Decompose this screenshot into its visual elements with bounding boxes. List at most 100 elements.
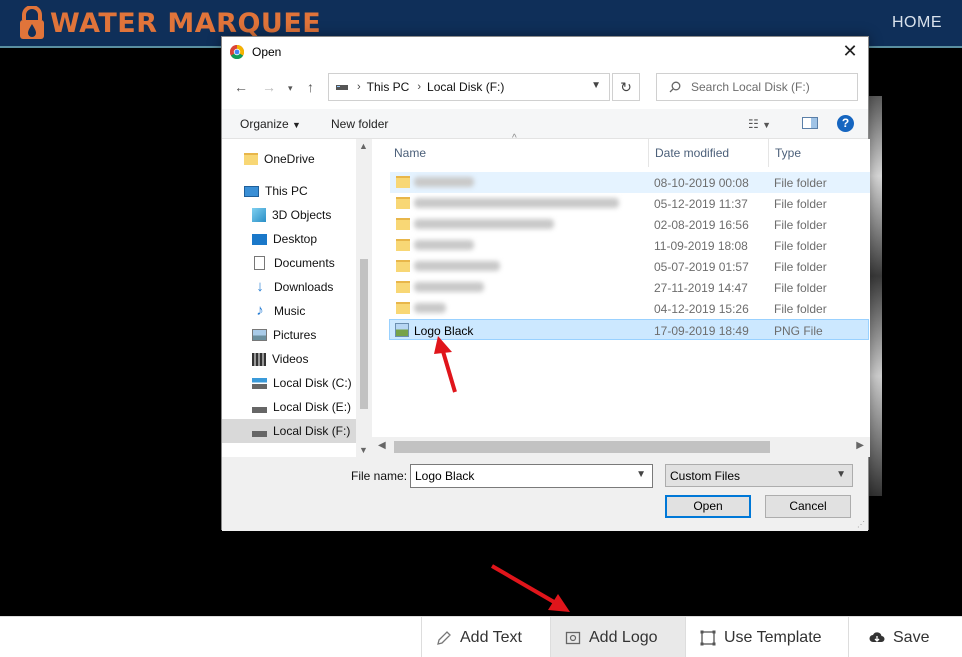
file-date: 17-09-2019 18:49 bbox=[654, 324, 749, 338]
new-folder-button[interactable]: New folder bbox=[331, 117, 388, 131]
file-type: File folder bbox=[774, 176, 827, 190]
file-date: 02-08-2019 16:56 bbox=[654, 218, 749, 232]
breadcrumb-local-disk-f[interactable]: Local Disk (F:) bbox=[427, 80, 504, 94]
annotation-arrow-icon bbox=[434, 336, 457, 393]
file-row-folder[interactable]: 11-09-2019 18:08 File folder bbox=[390, 235, 870, 256]
back-arrow-icon[interactable]: ← bbox=[234, 79, 248, 95]
forward-arrow-icon[interactable]: → bbox=[262, 79, 276, 95]
nav-label: OneDrive bbox=[264, 152, 315, 166]
file-row-folder[interactable]: 02-08-2019 16:56 File folder bbox=[390, 214, 870, 235]
add-text-label: Add Text bbox=[460, 628, 522, 646]
file-list-horizontal-scrollbar[interactable]: ◀ ▶ bbox=[372, 437, 870, 457]
lock-logo-icon bbox=[20, 6, 44, 39]
resize-grip-icon[interactable]: ⋰ bbox=[857, 520, 865, 529]
file-date: 27-11-2019 14:47 bbox=[654, 281, 748, 295]
music-icon: ♪ bbox=[256, 302, 264, 319]
nav-label: Music bbox=[274, 304, 306, 318]
file-date: 05-07-2019 01:57 bbox=[654, 260, 749, 274]
open-button[interactable]: Open bbox=[665, 495, 751, 518]
open-file-dialog: Open ✕ ← → ▾ ↑ › This PC › Local Disk (F… bbox=[221, 36, 870, 531]
column-header-name[interactable]: Name bbox=[394, 146, 426, 160]
dialog-title: Open bbox=[252, 45, 282, 59]
drive-icon bbox=[252, 401, 267, 413]
png-image-icon bbox=[395, 323, 409, 337]
add-text-button[interactable]: Add Text bbox=[421, 617, 550, 657]
breadcrumb-this-pc[interactable]: This PC bbox=[367, 80, 410, 94]
file-type: File folder bbox=[774, 260, 827, 274]
file-type: File folder bbox=[774, 218, 827, 232]
organize-menu[interactable]: Organize ▼ bbox=[240, 117, 301, 131]
file-type-value: Custom Files bbox=[670, 469, 741, 483]
chevron-down-icon: ▼ bbox=[836, 469, 846, 480]
logo-image-icon bbox=[565, 631, 581, 644]
file-type: File folder bbox=[774, 197, 827, 211]
folder-icon bbox=[396, 239, 410, 251]
blurred-file-name bbox=[414, 219, 554, 229]
folder-icon bbox=[396, 281, 410, 293]
file-type-select[interactable]: Custom Files ▼ bbox=[665, 464, 853, 487]
file-type: File folder bbox=[774, 281, 827, 295]
column-divider[interactable] bbox=[768, 139, 769, 167]
dialog-titlebar: Open ✕ bbox=[222, 37, 868, 67]
blurred-file-name bbox=[414, 261, 500, 271]
template-frame-icon bbox=[700, 630, 716, 645]
file-name-value: Logo Black bbox=[415, 469, 475, 483]
downloads-icon: ↓ bbox=[256, 278, 264, 295]
chevron-down-icon: ▼ bbox=[292, 120, 301, 130]
scrollbar-thumb[interactable] bbox=[394, 441, 770, 453]
view-options-icon[interactable]: ☷ ▼ bbox=[748, 117, 771, 131]
file-row-folder[interactable]: 05-07-2019 01:57 File folder bbox=[390, 256, 870, 277]
add-logo-label: Add Logo bbox=[589, 628, 658, 646]
file-list: Name ^ Date modified Type 08-10-2019 00:… bbox=[372, 133, 870, 457]
scroll-left-icon[interactable]: ◀ bbox=[378, 440, 386, 451]
address-bar[interactable]: › This PC › Local Disk (F:) ▼ bbox=[328, 73, 610, 101]
pencil-icon bbox=[437, 630, 451, 645]
file-row-folder[interactable]: 08-10-2019 00:08 File folder bbox=[390, 172, 870, 193]
desktop-icon bbox=[252, 233, 267, 245]
scroll-down-icon[interactable]: ▼ bbox=[359, 445, 368, 455]
folder-icon bbox=[396, 197, 410, 209]
file-date: 04-12-2019 15:26 bbox=[654, 302, 749, 316]
column-header-date-modified[interactable]: Date modified bbox=[655, 146, 729, 160]
organize-label: Organize bbox=[240, 117, 289, 131]
blurred-file-name bbox=[414, 303, 446, 313]
nav-pane-scrollbar[interactable]: ▲ ▼ bbox=[356, 139, 372, 457]
sort-ascending-icon: ^ bbox=[512, 133, 517, 144]
scroll-right-icon[interactable]: ▶ bbox=[856, 440, 864, 451]
file-row-folder[interactable]: 27-11-2019 14:47 File folder bbox=[390, 277, 870, 298]
up-arrow-icon[interactable]: ↑ bbox=[307, 79, 314, 95]
file-row-folder[interactable]: 05-12-2019 11:37 File folder bbox=[390, 193, 870, 214]
address-dropdown-icon[interactable]: ▼ bbox=[591, 80, 601, 91]
file-row-folder[interactable]: 04-12-2019 15:26 File folder bbox=[390, 298, 870, 319]
file-type: File folder bbox=[774, 239, 827, 253]
blurred-file-name bbox=[414, 177, 474, 187]
refresh-icon[interactable]: ↻ bbox=[612, 73, 640, 101]
preview-pane-icon[interactable] bbox=[802, 117, 818, 132]
chrome-icon bbox=[230, 45, 244, 59]
brand-logo[interactable]: WATER MARQUEE bbox=[18, 6, 321, 40]
breadcrumb-separator-icon: › bbox=[417, 81, 422, 93]
file-type: PNG File bbox=[774, 324, 823, 338]
search-box[interactable]: Search Local Disk (F:) bbox=[656, 73, 858, 101]
add-logo-button[interactable]: Add Logo bbox=[550, 617, 685, 657]
close-icon[interactable]: ✕ bbox=[840, 41, 860, 62]
file-type: File folder bbox=[774, 302, 827, 316]
scrollbar-thumb[interactable] bbox=[360, 259, 368, 409]
command-bar: Organize ▼ New folder ☷ ▼ ? bbox=[222, 109, 868, 139]
nav-label: Local Disk (C:) bbox=[273, 376, 352, 390]
column-header-type[interactable]: Type bbox=[775, 146, 801, 160]
nav-home-link[interactable]: HOME bbox=[892, 14, 942, 32]
blurred-file-name bbox=[414, 198, 619, 208]
cancel-button[interactable]: Cancel bbox=[765, 495, 851, 518]
help-icon[interactable]: ? bbox=[837, 115, 854, 132]
nav-label: Downloads bbox=[274, 280, 334, 294]
recent-locations-chevron-icon[interactable]: ▾ bbox=[288, 83, 293, 94]
file-name-input[interactable]: Logo Black ▼ bbox=[410, 464, 653, 488]
column-divider[interactable] bbox=[648, 139, 649, 167]
nav-label: Local Disk (E:) bbox=[273, 400, 352, 414]
save-button[interactable]: Save bbox=[848, 617, 962, 657]
scroll-up-icon[interactable]: ▲ bbox=[359, 141, 368, 151]
chevron-down-icon[interactable]: ▼ bbox=[636, 469, 646, 480]
use-template-button[interactable]: Use Template bbox=[685, 617, 848, 657]
nav-item-local-disk-f[interactable]: Local Disk (F:) bbox=[222, 419, 356, 443]
